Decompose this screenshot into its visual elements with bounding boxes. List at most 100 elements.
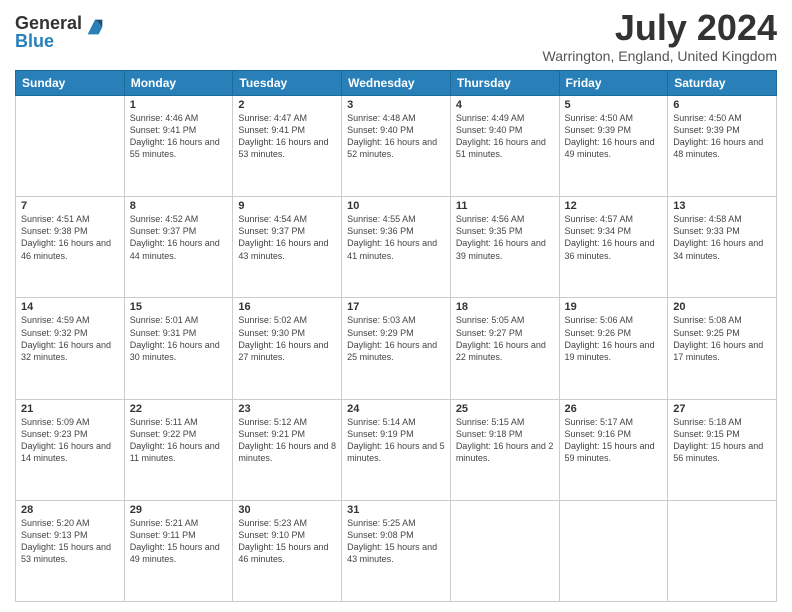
table-row: 24Sunrise: 5:14 AMSunset: 9:19 PMDayligh… [342, 399, 451, 500]
header-saturday: Saturday [668, 71, 777, 96]
table-row: 2Sunrise: 4:47 AMSunset: 9:41 PMDaylight… [233, 96, 342, 197]
day-number: 12 [565, 200, 663, 212]
day-number: 20 [673, 301, 771, 313]
day-number: 17 [347, 301, 445, 313]
table-row [450, 500, 559, 601]
header-friday: Friday [559, 71, 668, 96]
table-row: 13Sunrise: 4:58 AMSunset: 9:33 PMDayligh… [668, 197, 777, 298]
day-info: Sunrise: 5:03 AMSunset: 9:29 PMDaylight:… [347, 314, 445, 363]
table-row: 25Sunrise: 5:15 AMSunset: 9:18 PMDayligh… [450, 399, 559, 500]
header-tuesday: Tuesday [233, 71, 342, 96]
day-info: Sunrise: 4:57 AMSunset: 9:34 PMDaylight:… [565, 213, 663, 262]
table-row: 14Sunrise: 4:59 AMSunset: 9:32 PMDayligh… [16, 298, 125, 399]
day-number: 31 [347, 504, 445, 516]
day-info: Sunrise: 4:51 AMSunset: 9:38 PMDaylight:… [21, 213, 119, 262]
day-number: 21 [21, 403, 119, 415]
day-number: 22 [130, 403, 228, 415]
table-row [16, 96, 125, 197]
header-monday: Monday [124, 71, 233, 96]
table-row: 15Sunrise: 5:01 AMSunset: 9:31 PMDayligh… [124, 298, 233, 399]
day-number: 6 [673, 99, 771, 111]
calendar-week-2: 7Sunrise: 4:51 AMSunset: 9:38 PMDaylight… [16, 197, 777, 298]
table-row: 12Sunrise: 4:57 AMSunset: 9:34 PMDayligh… [559, 197, 668, 298]
title-block: July 2024 Warrington, England, United Ki… [543, 10, 778, 64]
day-info: Sunrise: 5:14 AMSunset: 9:19 PMDaylight:… [347, 416, 445, 465]
day-info: Sunrise: 5:09 AMSunset: 9:23 PMDaylight:… [21, 416, 119, 465]
day-number: 5 [565, 99, 663, 111]
day-number: 11 [456, 200, 554, 212]
day-number: 19 [565, 301, 663, 313]
day-number: 16 [238, 301, 336, 313]
logo-blue-text: Blue [15, 32, 82, 50]
day-info: Sunrise: 5:12 AMSunset: 9:21 PMDaylight:… [238, 416, 336, 465]
day-number: 15 [130, 301, 228, 313]
header-sunday: Sunday [16, 71, 125, 96]
table-row: 23Sunrise: 5:12 AMSunset: 9:21 PMDayligh… [233, 399, 342, 500]
day-info: Sunrise: 5:08 AMSunset: 9:25 PMDaylight:… [673, 314, 771, 363]
day-number: 2 [238, 99, 336, 111]
day-info: Sunrise: 4:58 AMSunset: 9:33 PMDaylight:… [673, 213, 771, 262]
logo-general-text: General [15, 14, 82, 32]
day-number: 4 [456, 99, 554, 111]
table-row: 9Sunrise: 4:54 AMSunset: 9:37 PMDaylight… [233, 197, 342, 298]
day-number: 24 [347, 403, 445, 415]
logo: General Blue [15, 14, 106, 50]
day-number: 27 [673, 403, 771, 415]
table-row: 21Sunrise: 5:09 AMSunset: 9:23 PMDayligh… [16, 399, 125, 500]
day-info: Sunrise: 4:48 AMSunset: 9:40 PMDaylight:… [347, 112, 445, 161]
location-subtitle: Warrington, England, United Kingdom [543, 48, 778, 64]
day-info: Sunrise: 5:18 AMSunset: 9:15 PMDaylight:… [673, 416, 771, 465]
table-row: 28Sunrise: 5:20 AMSunset: 9:13 PMDayligh… [16, 500, 125, 601]
table-row: 11Sunrise: 4:56 AMSunset: 9:35 PMDayligh… [450, 197, 559, 298]
day-number: 18 [456, 301, 554, 313]
day-info: Sunrise: 5:11 AMSunset: 9:22 PMDaylight:… [130, 416, 228, 465]
table-row: 26Sunrise: 5:17 AMSunset: 9:16 PMDayligh… [559, 399, 668, 500]
day-number: 14 [21, 301, 119, 313]
day-info: Sunrise: 4:47 AMSunset: 9:41 PMDaylight:… [238, 112, 336, 161]
day-info: Sunrise: 4:55 AMSunset: 9:36 PMDaylight:… [347, 213, 445, 262]
day-number: 1 [130, 99, 228, 111]
calendar-week-4: 21Sunrise: 5:09 AMSunset: 9:23 PMDayligh… [16, 399, 777, 500]
day-number: 3 [347, 99, 445, 111]
day-number: 10 [347, 200, 445, 212]
calendar-table: Sunday Monday Tuesday Wednesday Thursday… [15, 70, 777, 602]
table-row: 27Sunrise: 5:18 AMSunset: 9:15 PMDayligh… [668, 399, 777, 500]
table-row: 8Sunrise: 4:52 AMSunset: 9:37 PMDaylight… [124, 197, 233, 298]
table-row: 4Sunrise: 4:49 AMSunset: 9:40 PMDaylight… [450, 96, 559, 197]
table-row [668, 500, 777, 601]
table-row: 29Sunrise: 5:21 AMSunset: 9:11 PMDayligh… [124, 500, 233, 601]
day-number: 25 [456, 403, 554, 415]
header-wednesday: Wednesday [342, 71, 451, 96]
day-info: Sunrise: 5:25 AMSunset: 9:08 PMDaylight:… [347, 517, 445, 566]
day-info: Sunrise: 5:02 AMSunset: 9:30 PMDaylight:… [238, 314, 336, 363]
day-info: Sunrise: 4:50 AMSunset: 9:39 PMDaylight:… [565, 112, 663, 161]
day-info: Sunrise: 4:49 AMSunset: 9:40 PMDaylight:… [456, 112, 554, 161]
header: General Blue July 2024 Warrington, Engla… [15, 10, 777, 64]
day-info: Sunrise: 5:23 AMSunset: 9:10 PMDaylight:… [238, 517, 336, 566]
table-row: 19Sunrise: 5:06 AMSunset: 9:26 PMDayligh… [559, 298, 668, 399]
day-number: 23 [238, 403, 336, 415]
table-row: 20Sunrise: 5:08 AMSunset: 9:25 PMDayligh… [668, 298, 777, 399]
day-number: 9 [238, 200, 336, 212]
table-row: 30Sunrise: 5:23 AMSunset: 9:10 PMDayligh… [233, 500, 342, 601]
day-number: 7 [21, 200, 119, 212]
day-number: 13 [673, 200, 771, 212]
day-info: Sunrise: 5:20 AMSunset: 9:13 PMDaylight:… [21, 517, 119, 566]
logo-icon [84, 16, 106, 38]
table-row: 22Sunrise: 5:11 AMSunset: 9:22 PMDayligh… [124, 399, 233, 500]
day-info: Sunrise: 4:52 AMSunset: 9:37 PMDaylight:… [130, 213, 228, 262]
table-row: 18Sunrise: 5:05 AMSunset: 9:27 PMDayligh… [450, 298, 559, 399]
table-row: 7Sunrise: 4:51 AMSunset: 9:38 PMDaylight… [16, 197, 125, 298]
day-number: 8 [130, 200, 228, 212]
calendar-week-5: 28Sunrise: 5:20 AMSunset: 9:13 PMDayligh… [16, 500, 777, 601]
day-number: 26 [565, 403, 663, 415]
day-info: Sunrise: 4:59 AMSunset: 9:32 PMDaylight:… [21, 314, 119, 363]
day-info: Sunrise: 5:01 AMSunset: 9:31 PMDaylight:… [130, 314, 228, 363]
calendar-week-3: 14Sunrise: 4:59 AMSunset: 9:32 PMDayligh… [16, 298, 777, 399]
table-row: 31Sunrise: 5:25 AMSunset: 9:08 PMDayligh… [342, 500, 451, 601]
day-info: Sunrise: 5:21 AMSunset: 9:11 PMDaylight:… [130, 517, 228, 566]
table-row: 10Sunrise: 4:55 AMSunset: 9:36 PMDayligh… [342, 197, 451, 298]
day-info: Sunrise: 5:17 AMSunset: 9:16 PMDaylight:… [565, 416, 663, 465]
table-row: 16Sunrise: 5:02 AMSunset: 9:30 PMDayligh… [233, 298, 342, 399]
day-info: Sunrise: 5:06 AMSunset: 9:26 PMDaylight:… [565, 314, 663, 363]
